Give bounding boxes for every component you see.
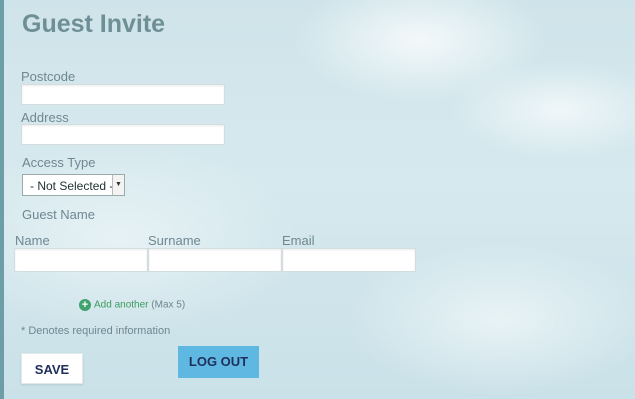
guest-surname-input[interactable] bbox=[148, 248, 282, 272]
guest-email-column-label: Email bbox=[282, 233, 315, 248]
logout-button[interactable]: LOG OUT bbox=[178, 346, 259, 378]
required-info-note: * Denotes required information bbox=[21, 325, 171, 337]
access-type-selected-value: - Not Selected - bbox=[30, 179, 114, 193]
add-another-max-note: (Max 5) bbox=[151, 299, 186, 311]
page-title: Guest Invite bbox=[22, 10, 166, 38]
access-type-label: Access Type bbox=[22, 155, 96, 170]
add-another-guest[interactable]: + Add another (Max 5) bbox=[79, 299, 185, 311]
address-input[interactable] bbox=[21, 124, 225, 145]
chevron-down-icon: ▼ bbox=[112, 175, 124, 195]
address-label: Address bbox=[21, 110, 69, 125]
guest-email-input[interactable] bbox=[282, 248, 416, 272]
access-type-select[interactable]: - Not Selected - ▼ bbox=[22, 174, 125, 196]
guest-name-input[interactable] bbox=[14, 248, 148, 272]
postcode-label: Postcode bbox=[21, 69, 76, 84]
postcode-input[interactable] bbox=[21, 84, 225, 105]
add-another-link[interactable]: Add another bbox=[94, 300, 149, 311]
left-edge-bar bbox=[0, 0, 4, 399]
guest-surname-column-label: Surname bbox=[148, 233, 201, 248]
guest-name-heading: Guest Name bbox=[22, 207, 95, 222]
guest-name-column-label: Name bbox=[15, 233, 50, 248]
plus-circle-icon[interactable]: + bbox=[79, 299, 91, 311]
save-button[interactable]: SAVE bbox=[21, 353, 83, 384]
